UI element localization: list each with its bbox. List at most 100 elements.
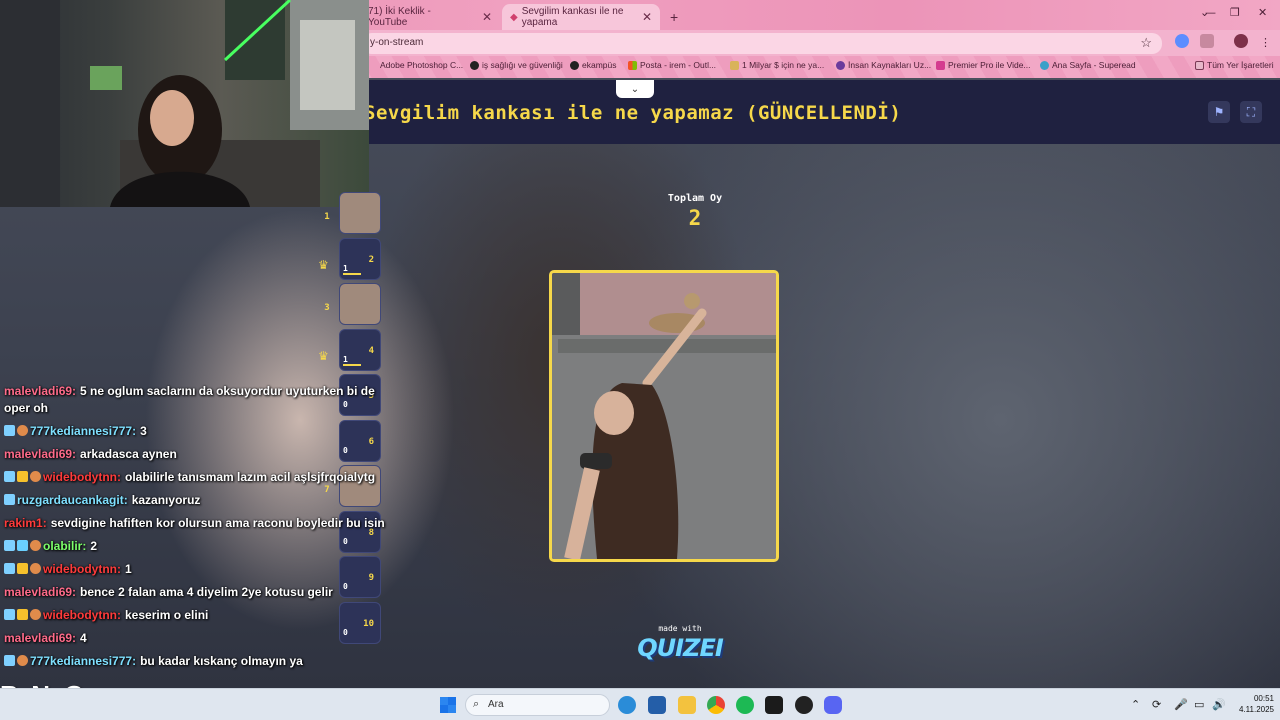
edge-icon[interactable] [618,696,636,714]
sword-badge-icon [4,425,15,436]
cookie-badge-icon [17,655,28,666]
quiz-option-card[interactable] [549,270,779,562]
bookmark-item[interactable]: ekampüs [570,60,617,70]
clock-date: 4.11.2025 [1239,705,1274,714]
sword-badge-icon [4,609,15,620]
chat-username[interactable]: malevladi69: [4,384,76,398]
card-photo [552,273,776,559]
tab-youtube[interactable]: 71) İki Keklik - YouTube ✕ [360,4,500,30]
crown-badge-icon [17,609,28,620]
total-votes-label: Toplam Oy [667,193,723,204]
tab-active-quiz[interactable]: ◆ Sevgilim kankası ile ne yapama ✕ [502,4,660,30]
crown-badge-icon [17,471,28,482]
extension-icon[interactable] [1175,34,1189,48]
bookmark-item[interactable]: iş sağlığı ve güvenliği [470,60,563,70]
webcam-overlay [0,0,369,207]
leaderboard-number: 6 [368,437,374,447]
volume-icon[interactable]: 🔊 [1212,698,1226,711]
chat-username[interactable]: malevladi69: [4,447,76,461]
chat-text: 5 ne oglum saclarını da oksuyordur uyutu… [80,384,375,398]
taskbar-search-input[interactable]: ⌕ Ara [465,694,610,716]
chrome-icon[interactable] [707,696,725,714]
chat-username[interactable]: rakim1: [4,516,47,530]
leaderboard-item[interactable]: 21 [339,238,381,280]
tab-label: Sevgilim kankası ile ne yapama [521,6,624,28]
url-text: y-on-stream [370,37,424,48]
chat-text: bu kadar kıskanç olmayın ya [140,654,303,668]
chat-message: rakim1: sevdigine hafiften kor olursun am… [4,516,385,530]
bookmark-item[interactable]: 1 Milyar $ için ne ya... [730,60,824,70]
chat-username[interactable]: 777kediannesi777: [30,424,136,438]
clock-time: 00:51 [1253,694,1274,703]
grid-badge-icon [17,540,28,551]
cookie-badge-icon [30,563,41,574]
chat-message: malevladi69: arkadasca aynen [4,447,177,461]
obs-icon[interactable] [765,696,783,714]
chevron-up-icon[interactable]: ⌃ [1131,698,1140,711]
network-icon[interactable]: ▭ [1194,698,1204,711]
close-icon[interactable]: ✕ [642,10,652,24]
puzzle-icon[interactable] [1200,34,1214,48]
collapse-toggle-button[interactable]: ⌄ [616,80,654,98]
windows-start-icon[interactable] [440,697,456,713]
file-explorer-icon[interactable] [678,696,696,714]
leaderboard-rank: 1 [324,212,330,222]
leaderboard-item[interactable]: 60 [339,420,381,462]
chat-username[interactable]: widebodytnn: [43,562,121,576]
cookie-badge-icon [30,471,41,482]
cookie-badge-icon [17,425,28,436]
leaderboard-item[interactable]: 41 [339,329,381,371]
sword-badge-icon [4,471,15,482]
chat-text: olabilirle tanısmam lazım acil aşlsjfrqo… [125,470,376,484]
quizei-logo[interactable]: QUIZEI [620,634,740,662]
leaderboard-item[interactable]: 10 0 [339,602,381,644]
chat-message: malevladi69: 4 [4,631,87,645]
chat-username[interactable]: widebodytnn: [43,608,121,622]
sync-icon[interactable]: ⟳ [1152,698,1161,711]
leaderboard-votes: 0 [343,537,348,546]
mic-icon[interactable]: 🎤 [1174,698,1188,711]
bookmark-item[interactable]: Ana Sayfa - Superead [1040,60,1136,70]
close-window-icon[interactable]: ✕ [1258,6,1267,19]
all-bookmarks[interactable]: Tüm Yer İşaretleri [1195,60,1274,70]
chat-text: bence 2 falan ama 4 diyelim 2ye kotusu g… [80,585,333,599]
search-icon: ⌕ [473,698,480,710]
bookmark-item[interactable]: Posta - irem - Outl... [628,60,716,70]
fullscreen-icon[interactable]: ⛶ [1240,101,1262,123]
chat-username[interactable]: malevladi69: [4,631,76,645]
sword-badge-icon [4,540,15,551]
bookmark-star-icon[interactable]: ☆ [1140,35,1152,51]
close-icon[interactable]: ✕ [482,10,492,24]
bookmark-item[interactable]: İnsan Kaynakları Uz... [836,60,931,70]
menu-icon[interactable]: ⋮ [1260,36,1271,49]
maximize-icon[interactable]: ❐ [1230,6,1240,19]
made-with-label: made with [658,624,702,633]
chat-username[interactable]: olabilir: [43,539,86,553]
leaderboard-item[interactable] [339,192,381,234]
chat-username[interactable]: ruzgardaucankagit: [17,493,128,507]
chat-text: 2 [90,539,98,553]
system-clock[interactable]: 00:51 4.11.2025 [1228,693,1274,715]
page-title: Sevgilim kankası ile ne yapamaz (GÜNCELL… [364,102,902,124]
spotify-icon[interactable] [736,696,754,714]
flag-icon[interactable]: ⚑ [1208,101,1230,123]
chat-username[interactable]: malevladi69: [4,585,76,599]
bookmark-item[interactable]: Adobe Photoshop C... [380,60,463,70]
store-icon[interactable] [648,696,666,714]
new-tab-button[interactable]: + [662,4,682,30]
chat-username[interactable]: widebodytnn: [43,470,121,484]
discord-icon[interactable] [824,696,842,714]
url-input[interactable]: y-on-stream ☆ [362,33,1162,54]
bookmark-item[interactable]: Premier Pro ile Vide... [936,60,1031,70]
chat-message: malevladi69: 5 ne oglum saclarını da oksu… [4,384,375,398]
chevron-down-icon: ⌄ [630,83,640,95]
minimize-icon[interactable]: — [1205,6,1216,19]
leaderboard-item[interactable] [339,283,381,325]
app-icon[interactable] [795,696,813,714]
taskbar: ⌕ Ara ⌃ ⟳ 🎤 ▭ 🔊 00:51 4.11.2025 [0,688,1280,720]
leaderboard-item[interactable]: 90 [339,556,381,598]
avatar[interactable] [1234,34,1248,48]
leaderboard-votes: 0 [343,628,348,637]
chat-username[interactable]: 777kediannesi777: [30,654,136,668]
chat-text: oper oh [4,401,48,415]
